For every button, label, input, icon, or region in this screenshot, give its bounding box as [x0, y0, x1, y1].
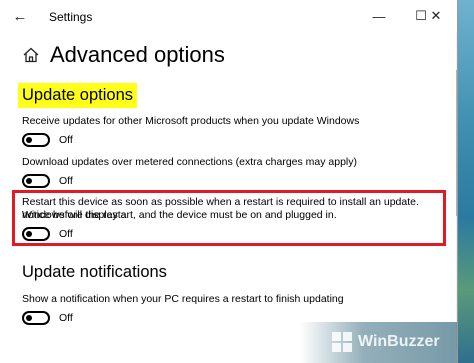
restart-notification-toggle[interactable]	[22, 311, 50, 325]
back-arrow-icon: ←	[12, 7, 28, 25]
title-bar: ← Settings — ☐ ✕	[0, 0, 457, 32]
scrollbar-thumb[interactable]	[456, 70, 457, 216]
update-notifications-heading: Update notifications	[22, 263, 167, 281]
desktop-background	[456, 0, 474, 363]
receive-other-updates-label: Receive updates for other Microsoft prod…	[22, 115, 360, 127]
toggle-state-label: Off	[59, 175, 73, 187]
minimize-icon: —	[372, 8, 386, 24]
watermark-text: WinBuzzer	[358, 333, 440, 350]
restart-notification-label: Show a notification when your PC require…	[22, 293, 344, 305]
home-icon[interactable]	[22, 46, 40, 64]
close-button[interactable]: ✕	[414, 0, 457, 32]
watermark: WinBuzzer	[330, 330, 440, 354]
receive-other-updates-toggle[interactable]	[22, 133, 50, 147]
back-button[interactable]: ←	[0, 0, 40, 32]
receive-other-updates-toggle-row[interactable]: Off	[22, 133, 73, 147]
minimize-button[interactable]: —	[357, 0, 401, 32]
page-header: Advanced options	[22, 42, 225, 68]
metered-download-toggle-row[interactable]: Off	[22, 174, 73, 188]
metered-download-toggle[interactable]	[22, 174, 50, 188]
page-title: Advanced options	[50, 42, 225, 67]
toggle-state-label: Off	[59, 312, 73, 324]
toggle-state-label: Off	[59, 134, 73, 146]
winbuzzer-logo-icon	[332, 332, 352, 352]
app-title: Settings	[49, 10, 93, 24]
restart-notification-toggle-row[interactable]: Off	[22, 311, 73, 325]
metered-download-label: Download updates over metered connection…	[22, 156, 358, 168]
annotation-highlight-box	[12, 190, 446, 246]
settings-window: ← Settings — ☐ ✕ Advanced options Update…	[0, 0, 458, 363]
update-options-heading: Update options	[18, 83, 137, 108]
close-icon: ✕	[430, 8, 442, 23]
